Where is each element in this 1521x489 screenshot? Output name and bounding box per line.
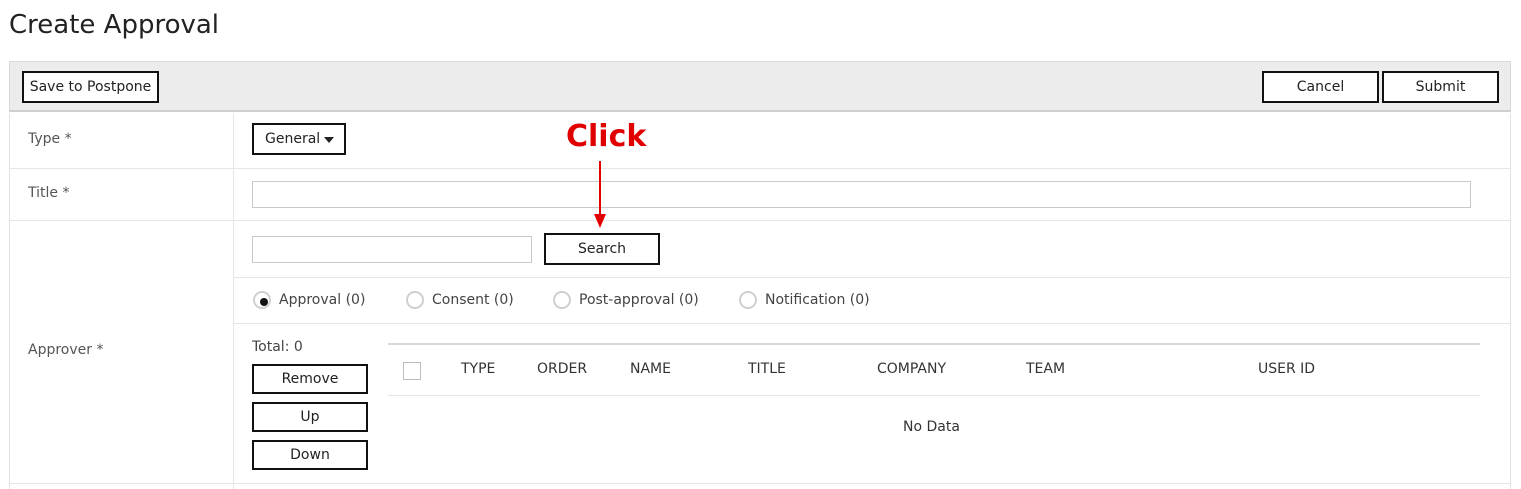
radio-label: Post-approval (0) — [579, 292, 699, 308]
select-all-checkbox[interactable] — [403, 362, 421, 380]
column-header-team[interactable]: TEAM — [1026, 361, 1065, 377]
label-column — [10, 113, 234, 489]
arrow-down-icon — [594, 214, 606, 228]
radio-checked-icon — [253, 291, 271, 309]
radio-label: Approval (0) — [279, 292, 366, 308]
column-header-title[interactable]: TITLE — [748, 361, 786, 377]
annotation-arrow — [599, 161, 601, 215]
radio-label: Notification (0) — [765, 292, 870, 308]
column-header-order[interactable]: ORDER — [537, 361, 587, 377]
column-header-user-id[interactable]: USER ID — [1258, 361, 1315, 377]
caret-down-icon — [324, 137, 334, 143]
type-select[interactable]: General — [252, 123, 346, 155]
type-label: Type * — [28, 131, 72, 147]
down-button[interactable]: Down — [252, 440, 368, 470]
column-header-name[interactable]: NAME — [630, 361, 671, 377]
radio-unchecked-icon — [406, 291, 424, 309]
radio-unchecked-icon — [739, 291, 757, 309]
type-select-value: General — [265, 131, 321, 147]
remove-button[interactable]: Remove — [252, 364, 368, 394]
title-label: Title * — [28, 185, 70, 201]
submit-button[interactable]: Submit — [1382, 71, 1499, 103]
title-input[interactable] — [252, 181, 1471, 208]
row-divider — [234, 323, 1510, 324]
approval-form: Type * General Title * Approver * Search… — [9, 113, 1511, 489]
cancel-button[interactable]: Cancel — [1262, 71, 1379, 103]
approver-table-header: TYPE ORDER NAME TITLE COMPANY TEAM USER … — [388, 343, 1480, 396]
approver-total: Total: 0 — [252, 339, 303, 355]
page-title: Create Approval — [9, 10, 220, 40]
up-button[interactable]: Up — [252, 402, 368, 432]
radio-unchecked-icon — [553, 291, 571, 309]
row-divider — [10, 220, 1510, 221]
column-header-company[interactable]: COMPANY — [877, 361, 946, 377]
radio-label: Consent (0) — [432, 292, 514, 308]
approver-search-input[interactable] — [252, 236, 532, 263]
empty-table-message: No Data — [903, 419, 960, 435]
row-divider — [234, 277, 1510, 278]
click-annotation: Click — [566, 119, 647, 154]
save-to-postpone-button[interactable]: Save to Postpone — [22, 71, 159, 103]
toolbar: Save to Postpone Cancel Submit — [9, 61, 1511, 112]
column-header-type[interactable]: TYPE — [461, 361, 495, 377]
approver-label: Approver * — [28, 342, 104, 358]
row-divider — [10, 483, 1510, 484]
row-divider — [10, 168, 1510, 169]
approver-search-button[interactable]: Search — [544, 233, 660, 265]
